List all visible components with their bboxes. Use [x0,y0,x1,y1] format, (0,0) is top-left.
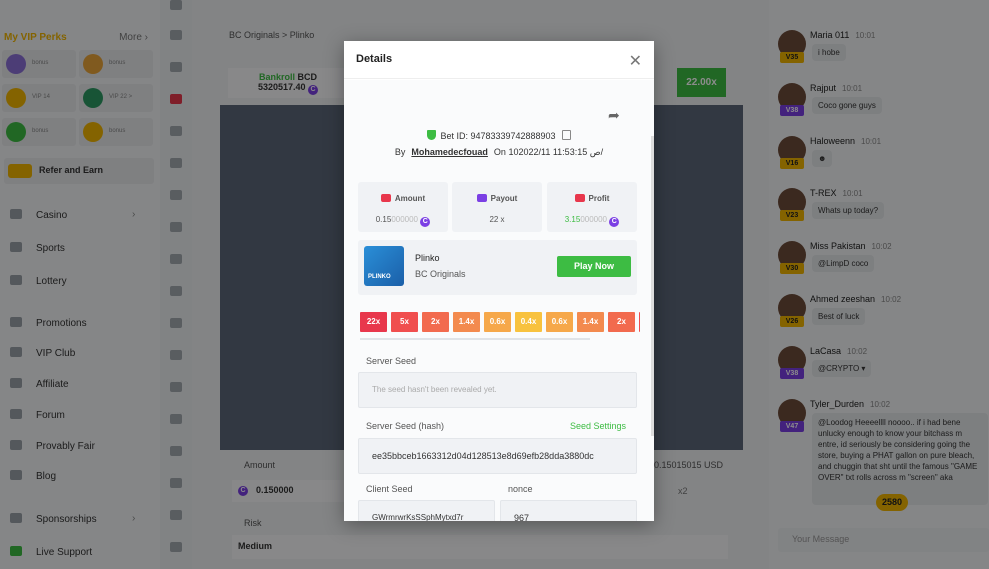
nonce-field[interactable]: 967 [500,500,637,521]
server-seed-label: Server Seed [366,356,417,366]
multiplier-chip: 5x [639,312,640,332]
game-card: PLINKO Plinko BC Originals Play Now [358,240,637,295]
game-name: Plinko [415,253,440,263]
multiplier-chip: 5x [391,312,418,332]
server-seed-hash-field[interactable]: ee35bbceb1663312d04d128513e8d69efb28dda3… [358,438,637,474]
profit-icon [574,194,585,202]
payout-stat: Payout 22 x [452,182,542,232]
amount-stat: Amount 0.15000000 C [358,182,448,232]
modal-scrollbar[interactable] [651,136,654,436]
bet-byline: By Mohamedecfouad On 10ص 11:53:15 2022/11/ [394,147,604,157]
multiplier-chip: 22x [360,312,387,332]
modal-body: ➦ Bet ID: 94783339742888903 By Mohamedecf… [344,80,654,521]
multiplier-chip: 2x [608,312,635,332]
coin-icon: C [609,217,620,227]
amount-icon [380,194,391,202]
multiplier-chip: 0.4x [515,312,542,332]
multiplier-chip: 1.4x [453,312,480,332]
multiplier-chip: 2x [422,312,449,332]
payout-icon [476,194,487,202]
coin-icon: C [420,217,431,227]
modal-header: Details ✕ [344,41,654,79]
seed-settings-link[interactable]: Seed Settings [570,421,626,431]
close-icon[interactable]: ✕ [629,51,642,71]
modal-title: Details [356,53,393,65]
copy-icon[interactable] [561,130,571,140]
plinko-thumbnail[interactable]: PLINKO [364,246,404,286]
server-seed-field[interactable]: The seed hasn't been revealed yet. [358,372,637,408]
nonce-label: nonce [508,484,533,494]
client-seed-label: Client Seed [366,484,413,494]
bet-details-modal: Details ✕ ➦ Bet ID: 94783339742888903 By… [344,41,654,521]
bet-datetime: 10ص 11:53:15 2022/11/ [508,147,604,157]
profit-stat: Profit 3.15000000 C [547,182,637,232]
client-seed-field[interactable]: GWrmrwrKsSSphMytxd7r [358,500,495,521]
multiplier-chip: 0.6x [546,312,573,332]
bet-user-link[interactable]: Mohamedecfouad [411,147,488,157]
multiplier-scrollbar[interactable] [360,338,590,340]
play-now-button[interactable]: Play Now [557,256,631,277]
shield-check-icon [427,130,437,140]
bet-id: 94783339742888903 [470,131,556,141]
multiplier-chip: 1.4x [577,312,604,332]
game-provider: BC Originals [415,269,466,279]
server-seed-hash-label: Server Seed (hash) [366,421,445,431]
multiplier-chip: 0.6x [484,312,511,332]
multiplier-row: 22x5x2x1.4x0.6x0.4x0.6x1.4x2x5x [360,312,640,334]
share-icon[interactable]: ➦ [608,107,624,123]
bet-id-row: Bet ID: 94783339742888903 [344,130,654,141]
